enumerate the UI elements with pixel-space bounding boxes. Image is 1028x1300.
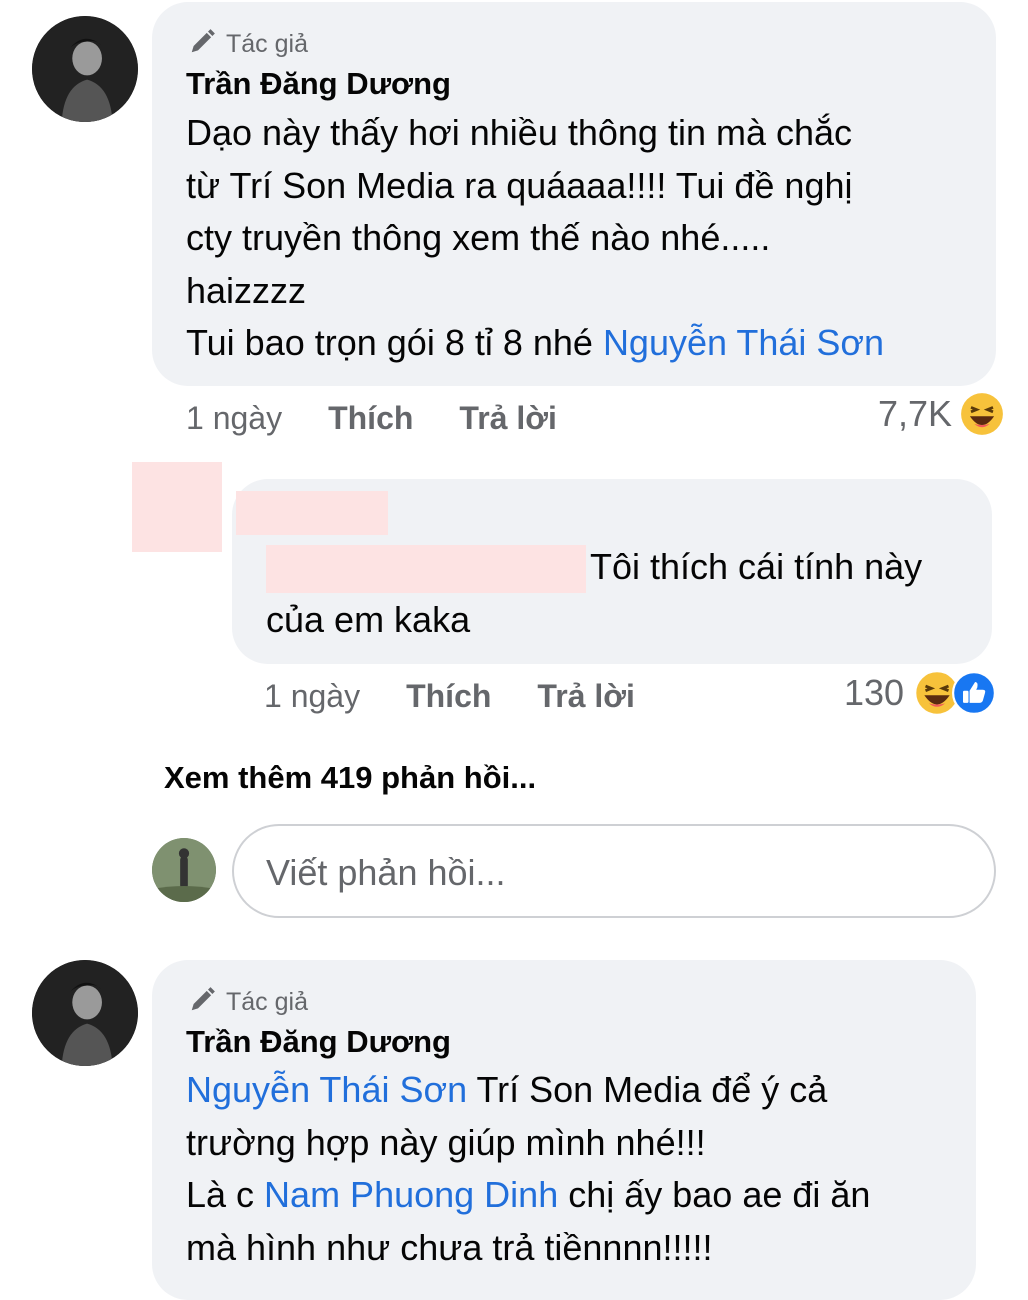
- mention-link[interactable]: Nguyễn Thái Sơn: [603, 322, 884, 363]
- person-silhouette-icon: [32, 960, 138, 1066]
- person-silhouette-icon: [152, 838, 216, 902]
- reply-bubble: Tôi thích cái tính này của em kaka: [232, 479, 992, 664]
- comment-line-text: chị ấy bao ae đi ăn: [558, 1174, 871, 1215]
- comment-line-text: Trí Son Media để ý cả: [467, 1069, 828, 1110]
- author-name[interactable]: Trần Đăng Dương: [186, 66, 451, 102]
- comment-bubble: Tác giả Trần Đăng Dương Dạo này thấy hơi…: [152, 2, 996, 386]
- comment-line: mà hình như chưa trả tiềnnnn!!!!!: [186, 1226, 713, 1268]
- person-silhouette-icon: [32, 16, 138, 122]
- mention-link[interactable]: Nam Phuong Dinh: [264, 1174, 558, 1215]
- pencil-icon: [188, 984, 218, 1021]
- redacted-author-name: [236, 491, 388, 535]
- author-avatar[interactable]: [32, 960, 138, 1066]
- current-user-avatar[interactable]: [152, 838, 216, 902]
- reaction-summary[interactable]: 7,7K: [878, 392, 1004, 436]
- author-name[interactable]: Trần Đăng Dương: [186, 1024, 451, 1060]
- comment-bubble: Tác giả Trần Đăng Dương Nguyễn Thái Sơn …: [152, 960, 976, 1300]
- reply-time[interactable]: 1 ngày: [264, 678, 360, 715]
- reply-text-line: của em kaka: [266, 599, 471, 640]
- comment-line: cty truyền thông xem thế nào nhé.....: [186, 217, 771, 258]
- reaction-count: 130: [844, 672, 905, 713]
- author-avatar[interactable]: [32, 16, 138, 122]
- comment-line: Dạo này thấy hơi nhiều thông tin mà chắc: [186, 112, 853, 153]
- comment-time[interactable]: 1 ngày: [186, 400, 282, 437]
- like-button[interactable]: Thích: [406, 678, 491, 715]
- comment-line: Là c Nam Phuong Dinh chị ấy bao ae đi ăn: [186, 1169, 966, 1222]
- haha-emoji-icon: [960, 392, 1004, 436]
- redacted-mention: [266, 545, 586, 593]
- more-replies-link[interactable]: Xem thêm 419 phản hồi...: [164, 760, 536, 796]
- reply-button[interactable]: Trả lời: [537, 678, 634, 715]
- comment-line: từ Trí Son Media ra quáaaa!!!! Tui đề ng…: [186, 164, 853, 206]
- comment-line: Tui bao trọn gói 8 tỉ 8 nhé Nguyễn Thái …: [186, 317, 986, 370]
- author-badge: Tác giả: [188, 26, 308, 63]
- author-badge-label: Tác giả: [226, 988, 308, 1016]
- comment-text: Dạo này thấy hơi nhiều thông tin mà chắc…: [186, 107, 986, 370]
- like-button[interactable]: Thích: [328, 400, 413, 437]
- pencil-icon: [188, 26, 218, 63]
- like-emoji-icon: [952, 671, 997, 715]
- author-badge: Tác giả: [188, 984, 308, 1021]
- reply-text-line: Tôi thích cái tính này: [590, 546, 923, 587]
- reply-input-field[interactable]: Viết phản hồi...: [232, 824, 996, 918]
- mention-link[interactable]: Nguyễn Thái Sơn: [186, 1069, 467, 1110]
- comment-line-text: Là c: [186, 1174, 265, 1215]
- comment-meta: 1 ngày Thích Trả lời: [186, 400, 557, 437]
- reply-meta: 1 ngày Thích Trả lời: [264, 678, 635, 715]
- comment-line: haizzzz: [186, 269, 307, 311]
- reply-button[interactable]: Trả lời: [459, 400, 556, 437]
- comment-line-text: Tui bao trọn gói 8 tỉ 8 nhé: [186, 322, 603, 363]
- author-badge-label: Tác giả: [226, 30, 308, 58]
- comment-line: trường hợp này giúp mình nhé!!!: [186, 1121, 706, 1163]
- comment-line: Nguyễn Thái Sơn Trí Son Media để ý cả: [186, 1064, 966, 1117]
- redacted-avatar: [132, 462, 222, 552]
- reply-input-placeholder: Viết phản hồi...: [266, 852, 506, 893]
- reaction-count: 7,7K: [878, 393, 953, 434]
- comment-text: Nguyễn Thái Sơn Trí Son Media để ý cả tr…: [186, 1064, 966, 1274]
- reaction-summary[interactable]: 130: [844, 670, 997, 716]
